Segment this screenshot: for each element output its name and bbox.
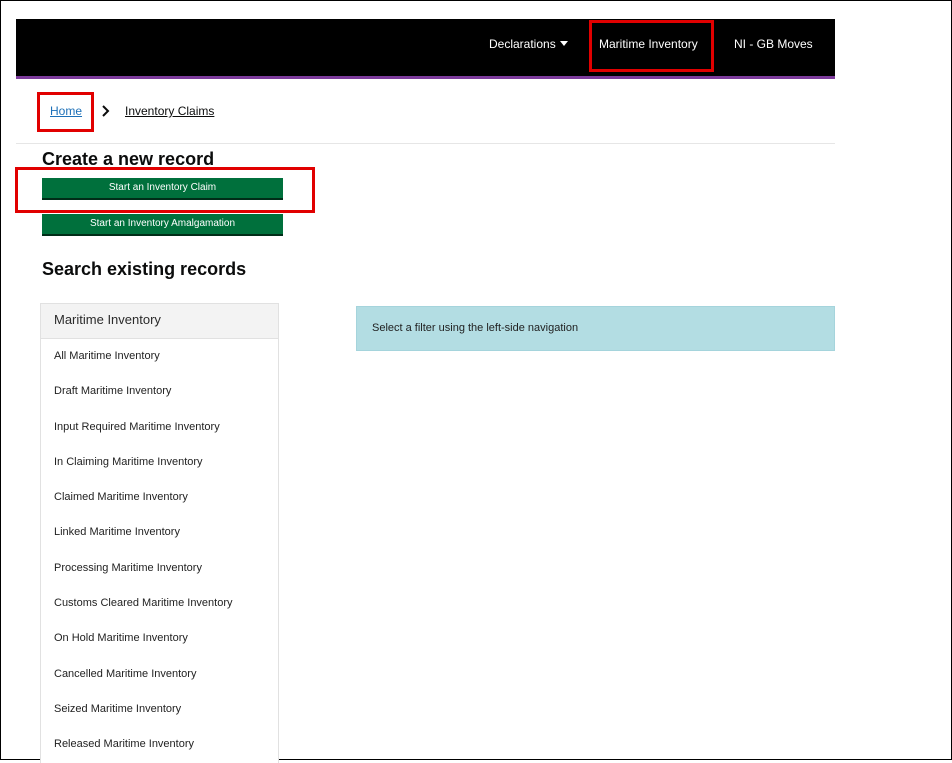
nav-declarations-label: Declarations (489, 37, 556, 51)
sidebar-item-input-required[interactable]: Input Required Maritime Inventory (41, 410, 278, 445)
start-inventory-amalgamation-button[interactable]: Start an Inventory Amalgamation (42, 214, 283, 236)
sidebar-item-draft[interactable]: Draft Maritime Inventory (41, 374, 278, 409)
caret-down-icon (559, 41, 568, 46)
sidebar-title: Maritime Inventory (41, 304, 278, 339)
sidebar-item-claimed[interactable]: Claimed Maritime Inventory (41, 480, 278, 515)
sidebar-item-cancelled[interactable]: Cancelled Maritime Inventory (41, 657, 278, 692)
breadcrumb-home-link[interactable]: Home (50, 104, 82, 118)
filter-sidebar: Maritime Inventory All Maritime Inventor… (40, 303, 279, 763)
sidebar-item-linked[interactable]: Linked Maritime Inventory (41, 515, 278, 550)
top-header-bar (16, 19, 835, 76)
sidebar-item-on-hold[interactable]: On Hold Maritime Inventory (41, 621, 278, 656)
sidebar-item-customs-cleared[interactable]: Customs Cleared Maritime Inventory (41, 586, 278, 621)
nav-maritime-inventory[interactable]: Maritime Inventory (599, 19, 698, 69)
nav-declarations[interactable]: Declarations (489, 19, 568, 69)
sidebar-filter-list: All Maritime Inventory Draft Maritime In… (41, 339, 278, 763)
header-accent-line (16, 76, 835, 79)
sidebar-item-seized[interactable]: Seized Maritime Inventory (41, 692, 278, 727)
sidebar-item-released[interactable]: Released Maritime Inventory (41, 727, 278, 762)
header-divider (16, 143, 835, 144)
create-record-heading: Create a new record (42, 149, 215, 169)
nav-ni-gb-moves[interactable]: NI - GB Moves (734, 19, 813, 69)
breadcrumb-inventory-claims-link[interactable]: Inventory Claims (125, 104, 214, 118)
search-records-heading: Search existing records (42, 259, 247, 279)
filter-info-banner: Select a filter using the left-side navi… (356, 306, 835, 351)
chevron-right-icon (102, 105, 110, 117)
sidebar-item-in-claiming[interactable]: In Claiming Maritime Inventory (41, 445, 278, 480)
start-inventory-claim-button[interactable]: Start an Inventory Claim (42, 178, 283, 200)
sidebar-item-processing[interactable]: Processing Maritime Inventory (41, 551, 278, 586)
sidebar-item-all[interactable]: All Maritime Inventory (41, 339, 278, 374)
